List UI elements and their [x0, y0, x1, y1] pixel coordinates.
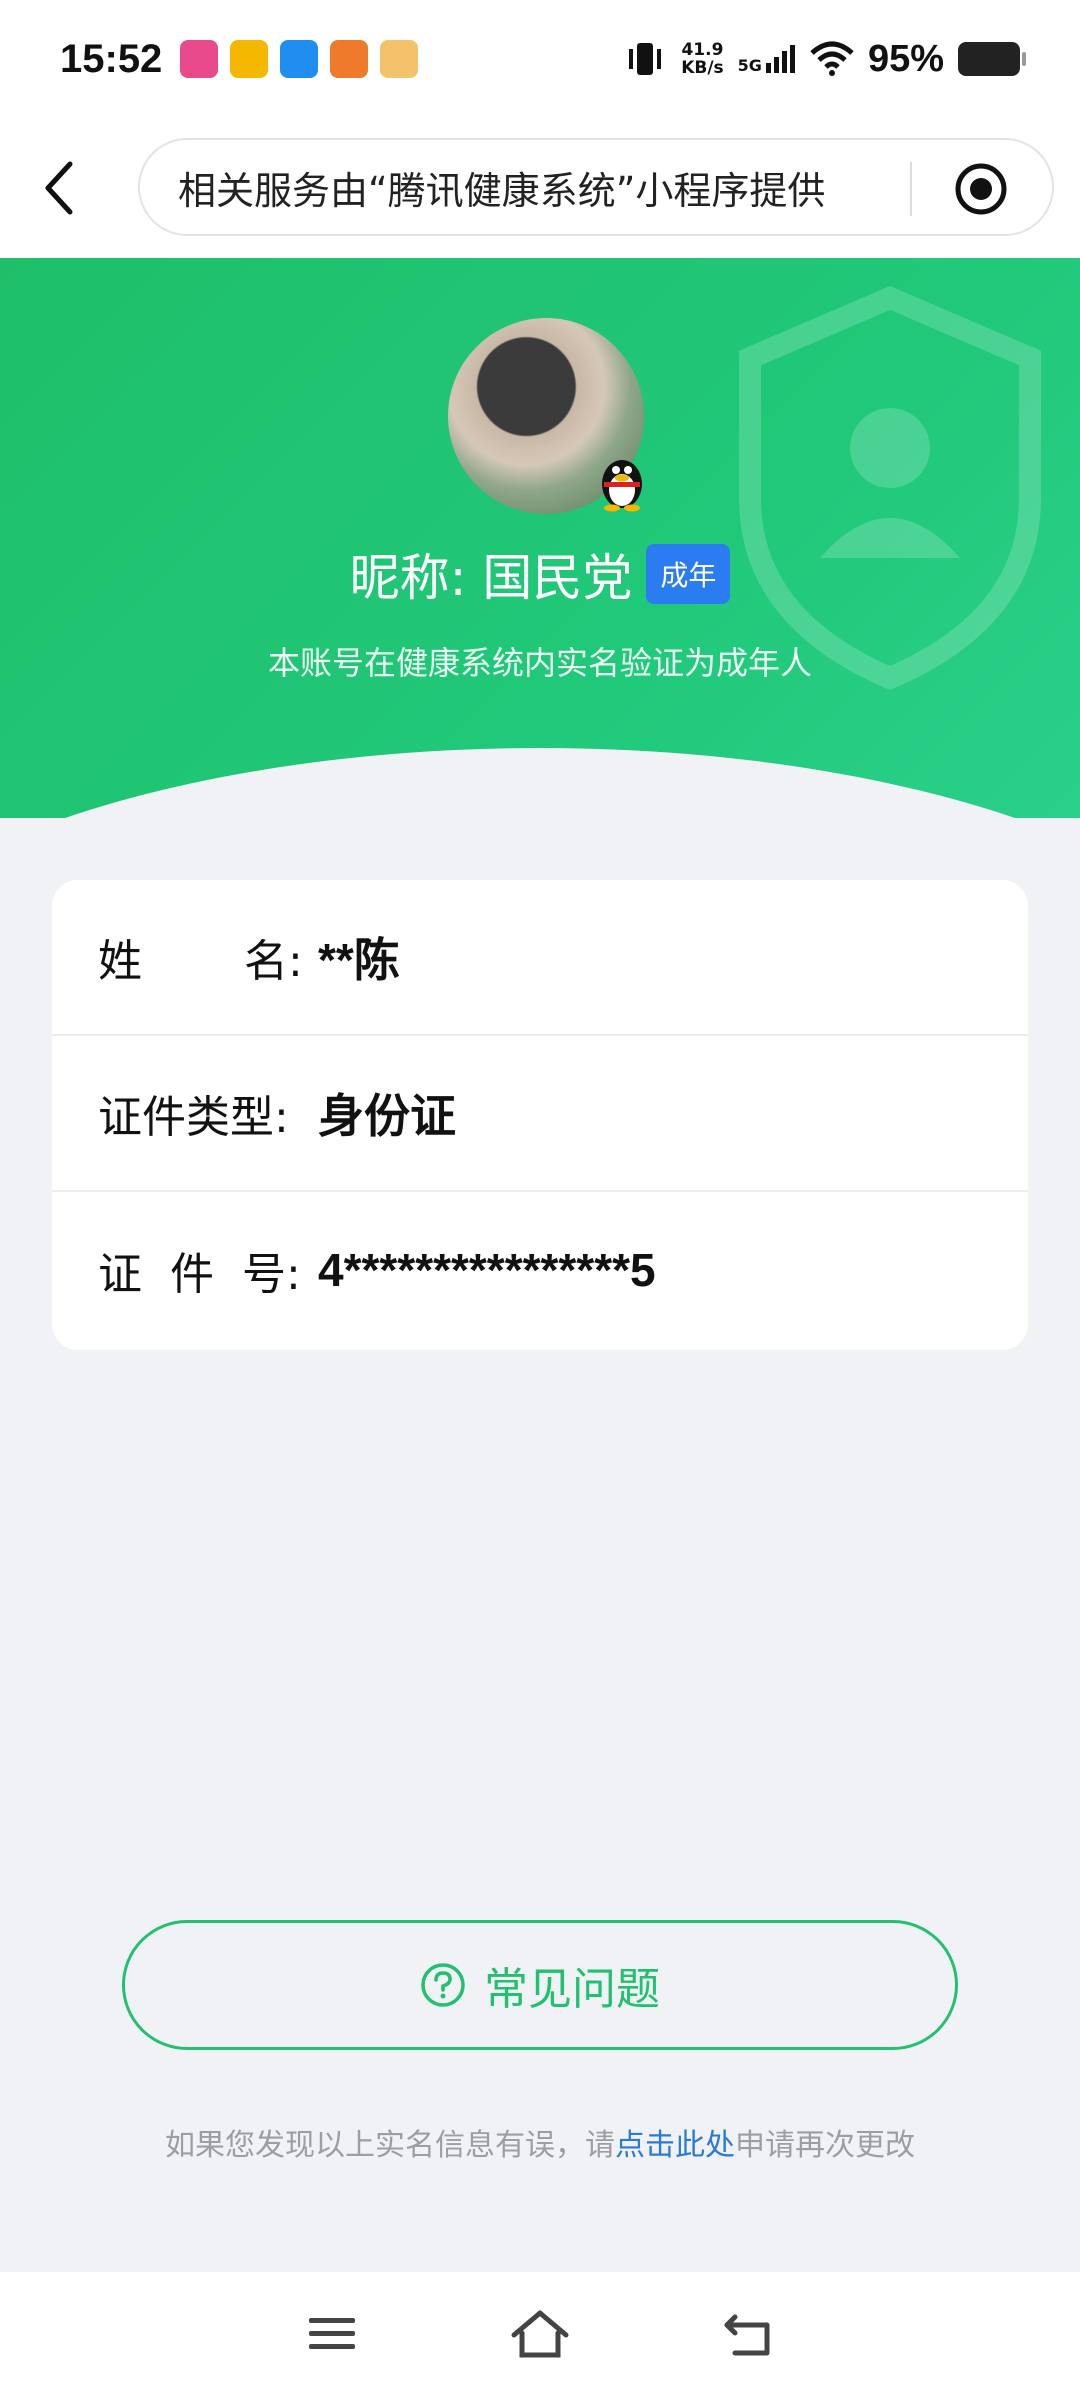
shield-decoration-icon [739, 286, 1041, 690]
nickname: 昵称: 国民党 [349, 549, 633, 607]
battery-percentage: 95% [867, 37, 944, 80]
game-app-icon [330, 40, 369, 78]
profile-header: 昵称: 国民党 成年 本账号在健康系统内实名验证为成年人 [0, 258, 1080, 818]
id-number-label: 证 件 号: [98, 1249, 301, 1300]
adult-badge: 成年 [646, 544, 731, 604]
id-type-row: 证件类型: 身份证 [52, 1036, 1028, 1192]
page: 15:52 41.9 KB/s 5G 95% 相关服务由“腾讯健康系统”小程序提… [0, 0, 1080, 2400]
id-type-value: 身份证 [318, 1090, 456, 1142]
correction-note-suffix: 申请再次更改 [735, 2128, 915, 2163]
name-label: 姓 名: [98, 936, 303, 987]
network-speed: 41.9 KB/s [681, 40, 724, 78]
pill-divider [910, 162, 912, 216]
click-here-link[interactable]: 点击此处 [615, 2128, 735, 2163]
notification-icons [180, 40, 419, 78]
question-circle-icon [421, 1963, 465, 2007]
home-button[interactable] [510, 2309, 570, 2363]
network-type: 5G [737, 56, 762, 75]
status-bar: 15:52 41.9 KB/s 5G 95% [0, 0, 1080, 118]
hand-app-icon [230, 40, 269, 78]
id-type-label: 证件类型: [98, 1092, 289, 1143]
shop-app-icon [380, 40, 419, 78]
qq-penguin-icon [602, 460, 642, 512]
identity-info-card: 姓 名: **陈 证件类型: 身份证 证 件 号: 4*************… [52, 880, 1028, 1350]
status-time: 15:52 [60, 36, 163, 81]
back-button[interactable] [0, 118, 120, 258]
back-nav-button[interactable] [723, 2311, 773, 2361]
nickname-row: 昵称: 国民党 成年 [0, 538, 1080, 610]
target-icon [955, 163, 1007, 215]
chevron-left-icon [45, 161, 73, 215]
battery-icon [958, 42, 1026, 76]
id-number-value: 4****************5 [318, 1244, 656, 1296]
faq-button[interactable]: 常见问题 [122, 1920, 958, 2050]
menu-button[interactable] [307, 2314, 357, 2358]
chat-app-icon [280, 40, 319, 78]
signal-icon [765, 45, 795, 73]
faq-label: 常见问题 [484, 1964, 660, 2015]
wifi-icon [810, 41, 854, 76]
mobile-app-icon [180, 40, 219, 78]
nav-bar: 相关服务由“腾讯健康系统”小程序提供 [0, 118, 1080, 258]
verification-note: 本账号在健康系统内实名验证为成年人 [267, 644, 812, 682]
name-value: **陈 [318, 934, 400, 986]
service-notice-text: 相关服务由“腾讯健康系统”小程序提供 [178, 168, 826, 213]
home-icon [511, 2310, 569, 2358]
status-right: 41.9 KB/s 5G 95% [623, 37, 1026, 81]
correction-note-prefix: 如果您发现以上实名信息有误，请 [165, 2128, 615, 2163]
return-icon [724, 2314, 770, 2356]
signal-group: 5G [738, 43, 796, 75]
vibrate-icon [629, 43, 662, 75]
correction-note: 如果您发现以上实名信息有误，请点击此处申请再次更改 [0, 2120, 1080, 2164]
header-curve [0, 748, 1080, 818]
close-miniprogram-button[interactable] [946, 154, 1016, 224]
id-number-row: 证 件 号: 4****************5 [52, 1192, 1028, 1348]
name-row: 姓 名: **陈 [52, 880, 1028, 1036]
service-notice-pill[interactable]: 相关服务由“腾讯健康系统”小程序提供 [138, 138, 1054, 236]
menu-icon [308, 2318, 355, 2349]
system-nav-bar [0, 2272, 1080, 2400]
